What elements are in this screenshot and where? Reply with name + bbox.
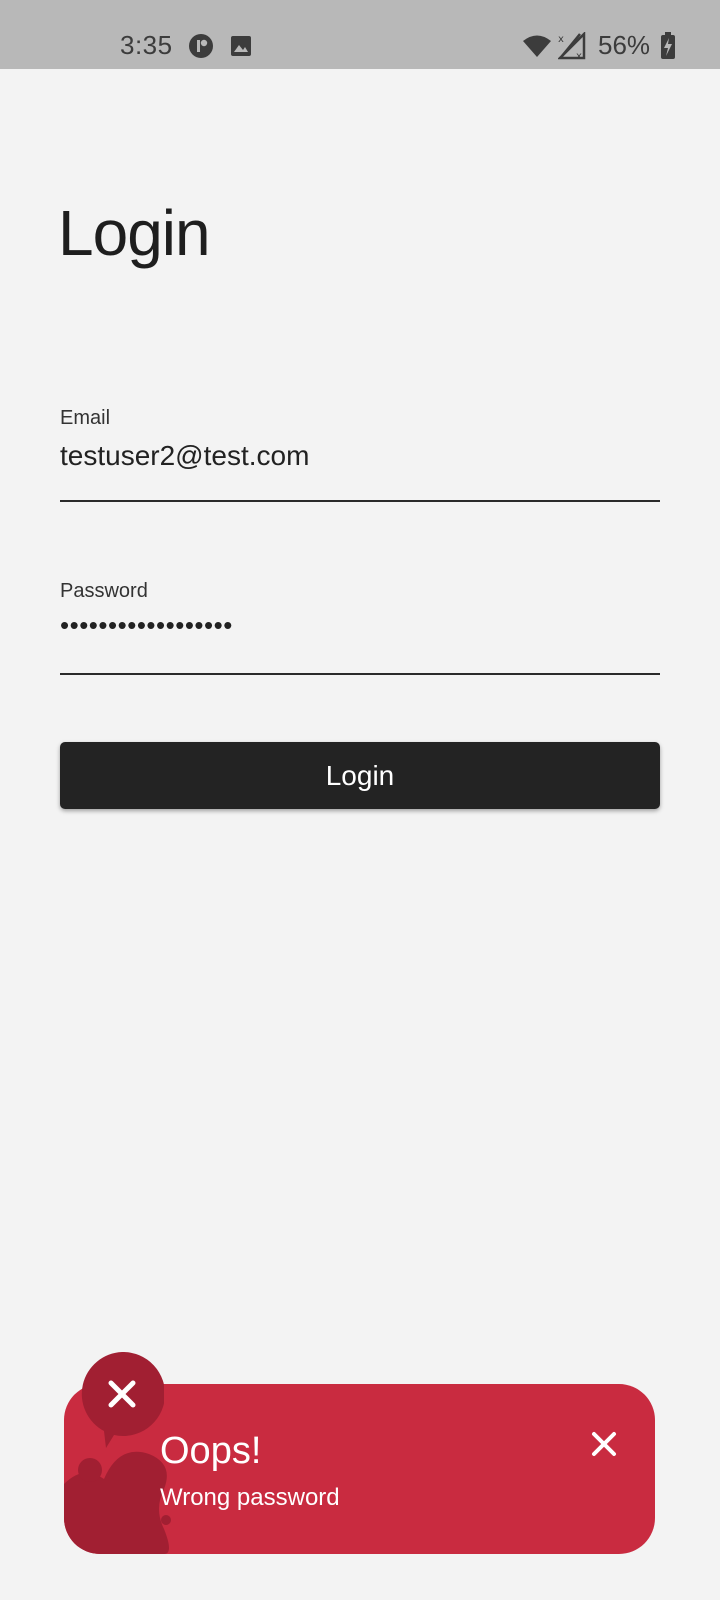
toast-title: Oops!	[160, 1430, 262, 1472]
email-field[interactable]: Email testuser2@test.com	[60, 405, 660, 505]
email-input[interactable]: testuser2@test.com	[60, 440, 309, 472]
email-underline	[60, 500, 660, 502]
svg-text:x: x	[576, 51, 582, 60]
wifi-icon	[522, 34, 552, 63]
password-label: Password	[60, 580, 148, 602]
password-input[interactable]: ••••••••••••••••••	[60, 610, 233, 641]
login-button[interactable]: Login	[60, 742, 660, 809]
image-icon	[230, 35, 252, 62]
toast-message: Wrong password	[160, 1484, 340, 1511]
close-icon[interactable]	[584, 1424, 624, 1464]
password-underline	[60, 673, 660, 675]
error-x-icon	[81, 1352, 164, 1448]
battery-charging-icon	[660, 32, 676, 65]
app-notification-icon	[188, 33, 214, 64]
email-label: Email	[60, 407, 111, 429]
status-time: 3:35	[120, 30, 173, 60]
status-bar: 3:35 x x 56%	[0, 0, 720, 69]
page-title: Login	[58, 197, 211, 269]
no-signal-icon: x x	[556, 30, 588, 65]
battery-percentage: 56%	[598, 30, 651, 60]
svg-text:x: x	[558, 34, 564, 45]
password-field[interactable]: Password ••••••••••••••••••	[60, 578, 660, 678]
